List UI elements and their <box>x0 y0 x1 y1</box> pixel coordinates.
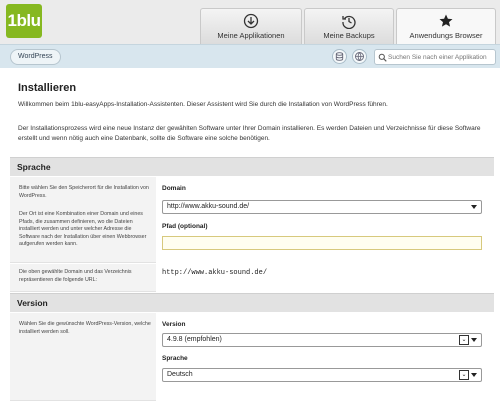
path-label: Pfad (optional) <box>162 223 208 230</box>
chevron-down-icon <box>471 373 477 377</box>
language-value: Deutsch <box>167 371 193 378</box>
chevron-down-icon <box>471 205 477 209</box>
location-detail-text: Der Ort ist eine Kombination einer Domai… <box>19 211 147 247</box>
history-icon <box>342 15 356 29</box>
star-icon <box>439 14 453 27</box>
app-header: 1blu Meine Applikationen Meine Backups A… <box>0 0 500 45</box>
search-box[interactable] <box>374 49 496 65</box>
download-circle-icon <box>243 13 259 29</box>
domain-label: Domain <box>162 185 186 192</box>
database-glyph <box>335 52 344 61</box>
tab-label: Meine Backups <box>323 31 375 40</box>
globe-glyph <box>355 52 364 61</box>
location-help-text: Bitte wählen Sie den Speicherort für die… <box>19 185 149 199</box>
chevron-down-icon: ⌄ <box>459 370 469 380</box>
version-select[interactable]: 4.9.8 (empfohlen) ⌄ <box>162 333 482 347</box>
breadcrumb-bar: WordPress <box>0 44 500 68</box>
tab-anwendungs-browser[interactable]: Anwendungs Browser <box>396 8 496 45</box>
version-value: 4.9.8 (empfohlen) <box>167 336 222 343</box>
version-help-text: Wählen Sie die gewünschte WordPress-Vers… <box>19 321 151 335</box>
version-label: Version <box>162 321 186 328</box>
breadcrumb[interactable]: WordPress <box>10 49 61 65</box>
main-content: Installieren Willkommen beim 1blu-easyAp… <box>0 68 500 401</box>
domain-value: http://www.akku-sound.de/ <box>167 203 250 210</box>
description-text: Der Installationsprozess wird eine neue … <box>18 125 481 142</box>
resulting-url: http://www.akku-sound.de/ <box>162 269 268 277</box>
language-label: Sprache <box>162 355 188 362</box>
path-input[interactable] <box>162 236 482 250</box>
logo[interactable]: 1blu <box>6 4 42 38</box>
page-title: Installieren <box>18 82 77 94</box>
intro-text: Willkommen beim 1blu-easyApps-Installati… <box>18 101 388 108</box>
tab-label: Anwendungs Browser <box>409 31 483 40</box>
database-icon[interactable] <box>332 49 347 64</box>
language-select[interactable]: Deutsch ⌄ <box>162 368 482 382</box>
domain-select[interactable]: http://www.akku-sound.de/ <box>162 200 482 214</box>
section-heading-sprache: Sprache <box>10 157 494 176</box>
globe-icon[interactable] <box>352 49 367 64</box>
url-help-text: Die oben gewählte Domain und das Verzeic… <box>19 269 132 283</box>
chevron-down-icon <box>471 338 477 342</box>
chevron-down-icon: ⌄ <box>459 335 469 345</box>
search-icon <box>378 53 387 62</box>
search-input[interactable] <box>388 51 495 64</box>
tab-meine-applikationen[interactable]: Meine Applikationen <box>200 8 302 44</box>
section-heading-version: Version <box>10 293 494 312</box>
tab-label: Meine Applikationen <box>217 31 285 40</box>
tab-meine-backups[interactable]: Meine Backups <box>304 8 394 44</box>
